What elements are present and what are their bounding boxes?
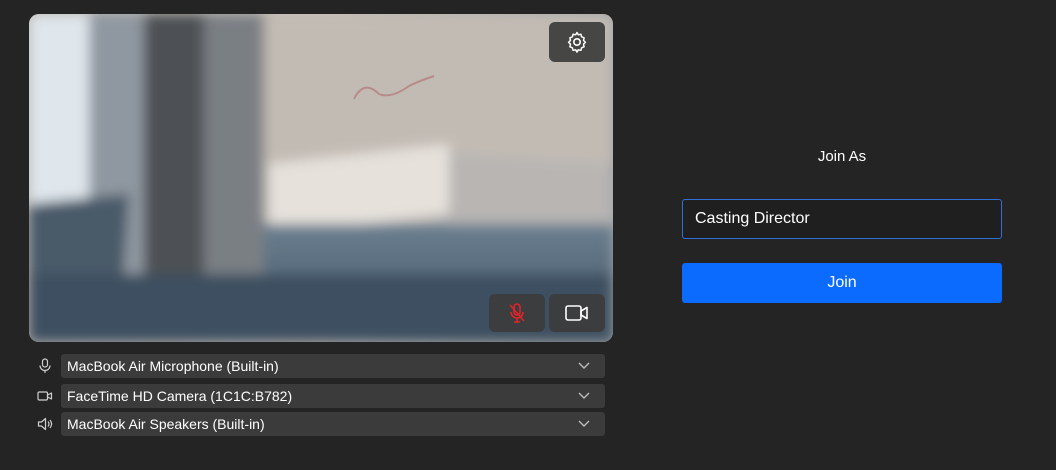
join-button[interactable]: Join [682,263,1002,303]
chevron-down-icon [577,417,591,431]
microphone-icon [36,357,54,375]
camera-select[interactable]: FaceTime HD Camera (1C1C:B782) [61,384,605,408]
microphone-select-value: MacBook Air Microphone (Built-in) [67,358,279,374]
speaker-device-row: MacBook Air Speakers (Built-in) [36,412,605,436]
display-name-input[interactable] [682,199,1002,239]
join-screen: MacBook Air Microphone (Built-in) FaceTi… [0,0,1056,470]
gear-icon [567,31,587,53]
chevron-down-icon [577,359,591,373]
speaker-select[interactable]: MacBook Air Speakers (Built-in) [61,412,605,436]
speaker-icon [36,415,54,433]
toggle-microphone-button[interactable] [489,294,545,332]
speaker-select-value: MacBook Air Speakers (Built-in) [67,416,265,432]
toggle-camera-button[interactable] [549,294,605,332]
camera-select-value: FaceTime HD Camera (1C1C:B782) [67,388,293,404]
join-as-heading: Join As [817,148,867,165]
camera-preview [29,14,613,342]
microphone-muted-icon [509,303,525,323]
chevron-down-icon [577,389,591,403]
camera-feed-image [29,14,613,342]
video-camera-icon [565,305,588,321]
microphone-select[interactable]: MacBook Air Microphone (Built-in) [61,354,605,378]
camera-device-row: FaceTime HD Camera (1C1C:B782) [36,384,605,408]
settings-button[interactable] [549,22,605,62]
camera-icon [36,387,54,405]
microphone-device-row: MacBook Air Microphone (Built-in) [36,354,605,378]
